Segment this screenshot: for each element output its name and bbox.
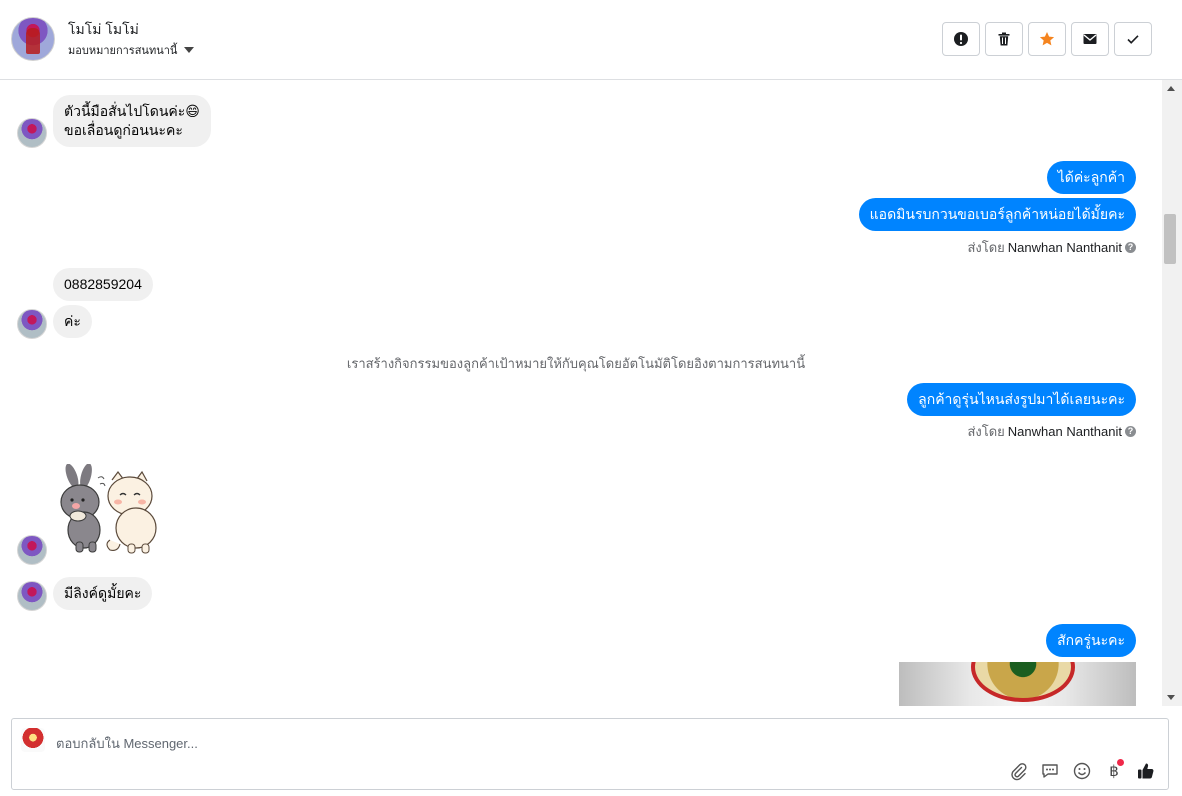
seal-image [971,662,1075,702]
spam-button[interactable] [942,22,980,56]
emoji-icon [1073,762,1091,780]
delete-button[interactable] [985,22,1023,56]
contact-avatar-small[interactable] [17,118,47,148]
star-icon [1039,32,1055,46]
thumbs-up-button[interactable] [1136,761,1156,781]
sent-by-prefix: ส่งโดย [967,240,1005,255]
message-thread[interactable]: ตัวนี้มือสั่นไปโดนค่ะ😄 ขอเลื่อนดูก่อนนะค… [0,80,1162,706]
scroll-up-arrow-icon[interactable] [1167,86,1175,91]
page-avatar [21,728,45,752]
incoming-message[interactable]: มีลิงค์ดูมั้ยคะ [53,577,153,610]
saved-reply-button[interactable] [1040,761,1060,781]
star-button[interactable] [1028,22,1066,56]
checkmark-icon [1127,35,1139,44]
outgoing-message[interactable]: แอดมินรบกวนขอเบอร์ลูกค้าหน่อยได้มั้ยคะ [858,198,1136,231]
contact-avatar-small[interactable] [17,535,47,565]
incoming-message[interactable]: ค่ะ [53,305,92,338]
envelope-icon [1083,34,1097,44]
message-text-line: ตัวนี้มือสั่นไปโดนค่ะ😄 [64,103,200,119]
reply-composer[interactable]: ตอบกลับใน Messenger... ฿ [11,718,1169,790]
saved-reply-icon [1042,764,1058,778]
message-text-line: ขอเลื่อนดูก่อนนะคะ [64,122,183,138]
header-actions [942,22,1152,56]
sender-name: Nanwhan Nanthanit [1007,240,1122,255]
sender-name: Nanwhan Nanthanit [1007,424,1122,439]
scroll-down-arrow-icon[interactable] [1167,695,1175,700]
reply-input[interactable]: ตอบกลับใน Messenger... [56,733,198,754]
scrollbar-thumb[interactable] [1164,214,1176,264]
exclamation-circle-icon [954,32,968,46]
contact-avatar-small[interactable] [17,309,47,339]
assign-conversation-dropdown[interactable]: มอบหมายการสนทนานี้ [68,41,195,59]
contact-avatar[interactable] [11,17,55,61]
contact-name[interactable]: โมโม่ โมโม่ [68,19,139,41]
composer-toolbar: ฿ [1008,759,1156,781]
notification-dot [1117,759,1124,766]
system-notice: เราสร้างกิจกรรมของลูกค้าเป้าหมายให้กับคุ… [346,356,806,371]
sent-by-line: ส่งโดย Nanwhan Nanthanit ? [967,421,1136,442]
contact-avatar-small[interactable] [17,581,47,611]
outgoing-message[interactable]: ได้ค่ะลูกค้า [1046,161,1136,194]
incoming-message[interactable]: ตัวนี้มือสั่นไปโดนค่ะ😄 ขอเลื่อนดูก่อนนะค… [53,95,211,147]
sent-by-prefix: ส่งโดย [967,424,1005,439]
incoming-message[interactable]: 0882859204 [53,268,153,301]
paperclip-icon [1011,763,1027,781]
payment-button[interactable]: ฿ [1104,759,1124,781]
mark-done-button[interactable] [1114,22,1152,56]
product-photo-attachment[interactable] [899,662,1136,706]
emoji-button[interactable] [1072,761,1092,781]
help-icon[interactable]: ? [1125,426,1136,437]
caret-down-icon [184,47,195,53]
thumbs-up-icon [1138,763,1154,779]
thread-scrollbar[interactable] [1162,80,1182,706]
rabbit-cat-sticker[interactable] [52,464,164,556]
attach-file-button[interactable] [1008,761,1028,781]
outgoing-message[interactable]: ลูกค้าดูรุ่นไหนส่งรูปมาได้เลยนะคะ [907,383,1136,416]
conversation-header: โมโม่ โมโม่ มอบหมายการสนทนานี้ [0,0,1182,80]
sent-by-line: ส่งโดย Nanwhan Nanthanit ? [967,237,1136,258]
mark-unread-button[interactable] [1071,22,1109,56]
trash-icon [998,32,1010,46]
assign-label: มอบหมายการสนทนานี้ [68,45,178,57]
help-icon[interactable]: ? [1125,242,1136,253]
outgoing-message[interactable]: สักครู่นะคะ [1046,624,1136,657]
